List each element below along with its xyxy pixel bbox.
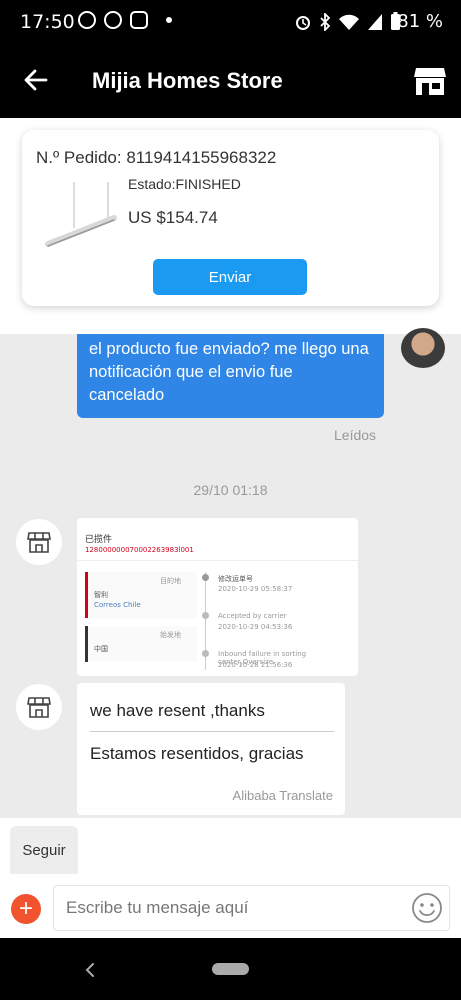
nav-back-icon[interactable]: [84, 962, 96, 978]
system-navigation-bar: [0, 938, 461, 1000]
outgoing-message-bubble[interactable]: el producto fue enviado? me llego una no…: [77, 334, 384, 418]
order-card[interactable]: N.º Pedido: 8119414155968322 Estado:FINI…: [22, 130, 439, 306]
timeline-event-time: 2020-10-29 05:58:37: [218, 585, 293, 593]
user-avatar[interactable]: [401, 328, 445, 368]
timeline-event-time: 2020-10-29 04:53:36: [218, 623, 293, 631]
back-arrow-icon[interactable]: [22, 66, 50, 94]
timeline-dot: [202, 612, 209, 619]
bluetooth-icon: [320, 12, 331, 31]
system-icons: [294, 12, 401, 31]
product-thumbnail[interactable]: [44, 180, 120, 250]
chat-area[interactable]: N.º Pedido: 8119414155968322 Estado:FINI…: [0, 118, 461, 818]
status-time: 17:50: [20, 11, 75, 33]
tracking-divider: [77, 560, 358, 561]
store-avatar[interactable]: [16, 519, 62, 565]
tracking-number: 128000000070002263983l001: [85, 546, 194, 554]
date-divider: 29/10 01:18: [193, 482, 268, 498]
tracking-image-message[interactable]: 已揽件 128000000070002263983l001 目的地 智利 Cor…: [77, 518, 358, 676]
notification-icons: [78, 11, 172, 29]
origin-country: 中国: [94, 645, 108, 653]
signal-icon: [368, 13, 382, 30]
destination-country: 智利: [94, 591, 108, 599]
nav-home-pill[interactable]: [212, 963, 249, 975]
incoming-message-text: we have resent ,thanks: [90, 701, 265, 720]
store-avatar-icon: [27, 532, 51, 553]
timeline-event-time: 2020-10-28 21:56:36: [218, 661, 293, 669]
app-header: Mijia Homes Store: [0, 44, 461, 118]
alarm-icon: [296, 15, 310, 30]
tracking-title: 已揽件: [85, 535, 113, 545]
message-input[interactable]: [53, 885, 450, 931]
quick-reply-bar: Seguir: [0, 818, 461, 874]
battery-percentage: 81 %: [397, 11, 443, 32]
whatsapp-icon: [104, 11, 122, 29]
store-icon[interactable]: [413, 66, 447, 96]
order-card-container: N.º Pedido: 8119414155968322 Estado:FINI…: [0, 118, 461, 334]
destination-box: 目的地 智利 Correos Chile: [85, 572, 197, 618]
timeline-dot: [202, 650, 209, 657]
follow-button[interactable]: Seguir: [10, 826, 78, 874]
origin-label: 始发地: [160, 631, 181, 639]
store-avatar[interactable]: [16, 684, 62, 730]
translated-message-text: Estamos resentidos, gracias: [90, 744, 304, 763]
destination-label: 目的地: [160, 577, 181, 585]
instagram-icon: [130, 11, 148, 29]
add-attachment-button[interactable]: +: [11, 894, 41, 924]
translation-divider: [90, 731, 334, 732]
send-order-button[interactable]: Enviar: [153, 259, 307, 295]
translation-credit: Alibaba Translate: [232, 788, 333, 803]
emoji-icon[interactable]: [411, 892, 443, 924]
order-status: Estado:FINISHED: [128, 176, 241, 192]
read-receipt: Leídos: [334, 427, 377, 443]
order-price: US $154.74: [128, 208, 218, 227]
store-name-title: Mijia Homes Store: [92, 68, 283, 93]
destination-carrier: Correos Chile: [94, 601, 141, 609]
more-notifications-icon: [166, 17, 172, 23]
timeline-event-title: Accepted by carrier: [218, 612, 287, 620]
status-bar: 17:50 81 %: [0, 0, 461, 44]
store-avatar-icon: [27, 697, 51, 718]
wifi-icon: [339, 14, 359, 30]
incoming-message-bubble[interactable]: we have resent ,thanks Estamos resentido…: [77, 683, 345, 815]
timeline-event-title: 修改运单号: [218, 575, 253, 583]
spotify-icon: [78, 11, 96, 29]
origin-box: 始发地 中国: [85, 626, 197, 662]
order-number: N.º Pedido: 8119414155968322: [36, 148, 277, 167]
outgoing-message-text: el producto fue enviado? me llego una no…: [89, 340, 369, 404]
timeline-dot: [202, 574, 209, 581]
input-bar: +: [0, 874, 461, 938]
